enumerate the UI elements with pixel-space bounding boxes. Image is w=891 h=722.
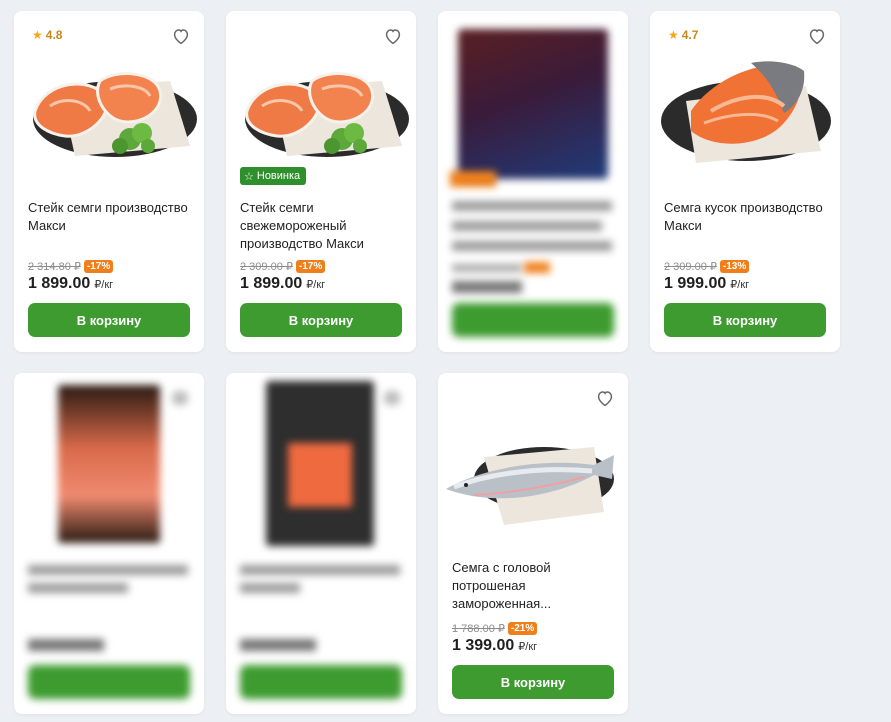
blurred-price [452, 264, 522, 272]
blurred-price [452, 281, 522, 293]
old-price: 2 314.80 ₽ [28, 261, 81, 273]
old-price-line: 2 314.80 ₽ -17% [28, 260, 114, 273]
product-image[interactable] [20, 51, 198, 171]
old-price: 2 309.00 ₽ [240, 261, 293, 273]
product-title[interactable]: Стейк семги свежемороженый производство … [240, 199, 405, 253]
price: 1 999.00 ₽/кг [664, 275, 750, 292]
star-icon: ★ [668, 28, 679, 42]
heart-outline-icon[interactable] [594, 387, 616, 409]
product-image[interactable] [444, 417, 622, 537]
heart-outline-icon[interactable] [806, 25, 828, 47]
product-card[interactable]: Семга с головой потрошеная замороженная.… [438, 373, 628, 714]
discount-badge: -13% [719, 260, 750, 273]
old-price-line: 2 309.00 ₽ -17% [240, 260, 326, 273]
blurred-discount [524, 262, 550, 273]
add-to-cart-button[interactable] [452, 303, 614, 337]
product-title[interactable]: Семга кусок производство Макси [664, 199, 829, 235]
product-card-blurred[interactable] [226, 373, 416, 714]
product-card-blurred[interactable] [14, 373, 204, 714]
blurred-title [240, 583, 300, 593]
product-title[interactable]: Стейк семги производство Макси [28, 199, 193, 235]
product-card[interactable]: ☆ Новинка Стейк семги свежемороженый про… [226, 11, 416, 352]
blurred-title [452, 221, 602, 231]
old-price: 1 788.00 ₽ [452, 623, 505, 635]
blurred-title [452, 241, 612, 251]
old-price: 2 309.00 ₽ [664, 261, 717, 273]
blurred-title [28, 583, 128, 593]
add-to-cart-button[interactable]: В корзину [664, 303, 826, 337]
product-card[interactable]: ★ 4.8 Стейк семги производство Макси 2 3… [14, 11, 204, 352]
price: 1 899.00 ₽/кг [28, 275, 114, 292]
price: 1 399.00 ₽/кг [452, 637, 538, 654]
blurred-price [240, 639, 316, 651]
new-badge: ☆ Новинка [240, 167, 307, 185]
discount-badge: -17% [295, 260, 326, 273]
product-rating: ★ 4.8 [32, 28, 63, 42]
product-rating: ★ 4.7 [668, 28, 699, 42]
heart-outline-icon[interactable] [382, 25, 404, 47]
product-card-blurred[interactable] [438, 11, 628, 352]
product-card[interactable]: ★ 4.7 Семга кусок производство Макси 2 3… [650, 11, 840, 352]
add-to-cart-button[interactable]: В корзину [240, 303, 402, 337]
blurred-title [240, 565, 400, 575]
add-to-cart-button[interactable] [28, 665, 190, 699]
price: 1 899.00 ₽/кг [240, 275, 326, 292]
product-image[interactable] [58, 385, 160, 543]
add-to-cart-button[interactable] [240, 665, 402, 699]
product-image[interactable] [458, 29, 608, 179]
discount-badge: -17% [83, 260, 114, 273]
product-image[interactable] [656, 51, 834, 171]
heart-outline-icon[interactable] [170, 25, 192, 47]
product-image[interactable] [232, 51, 410, 171]
blurred-title [28, 565, 188, 575]
product-image-detail [288, 443, 352, 507]
old-price-line: 2 309.00 ₽ -13% [664, 260, 750, 273]
old-price-line: 1 788.00 ₽ -21% [452, 622, 538, 635]
blurred-heart [384, 391, 400, 405]
blurred-title [452, 201, 612, 211]
blurred-tag [450, 171, 496, 187]
blurred-heart [172, 391, 188, 405]
product-title[interactable]: Семга с головой потрошеная замороженная.… [452, 559, 617, 613]
add-to-cart-button[interactable]: В корзину [452, 665, 614, 699]
add-to-cart-button[interactable]: В корзину [28, 303, 190, 337]
blurred-price [28, 639, 104, 651]
star-icon: ★ [32, 28, 43, 42]
discount-badge: -21% [507, 622, 538, 635]
star-outline-icon: ☆ [244, 170, 254, 183]
